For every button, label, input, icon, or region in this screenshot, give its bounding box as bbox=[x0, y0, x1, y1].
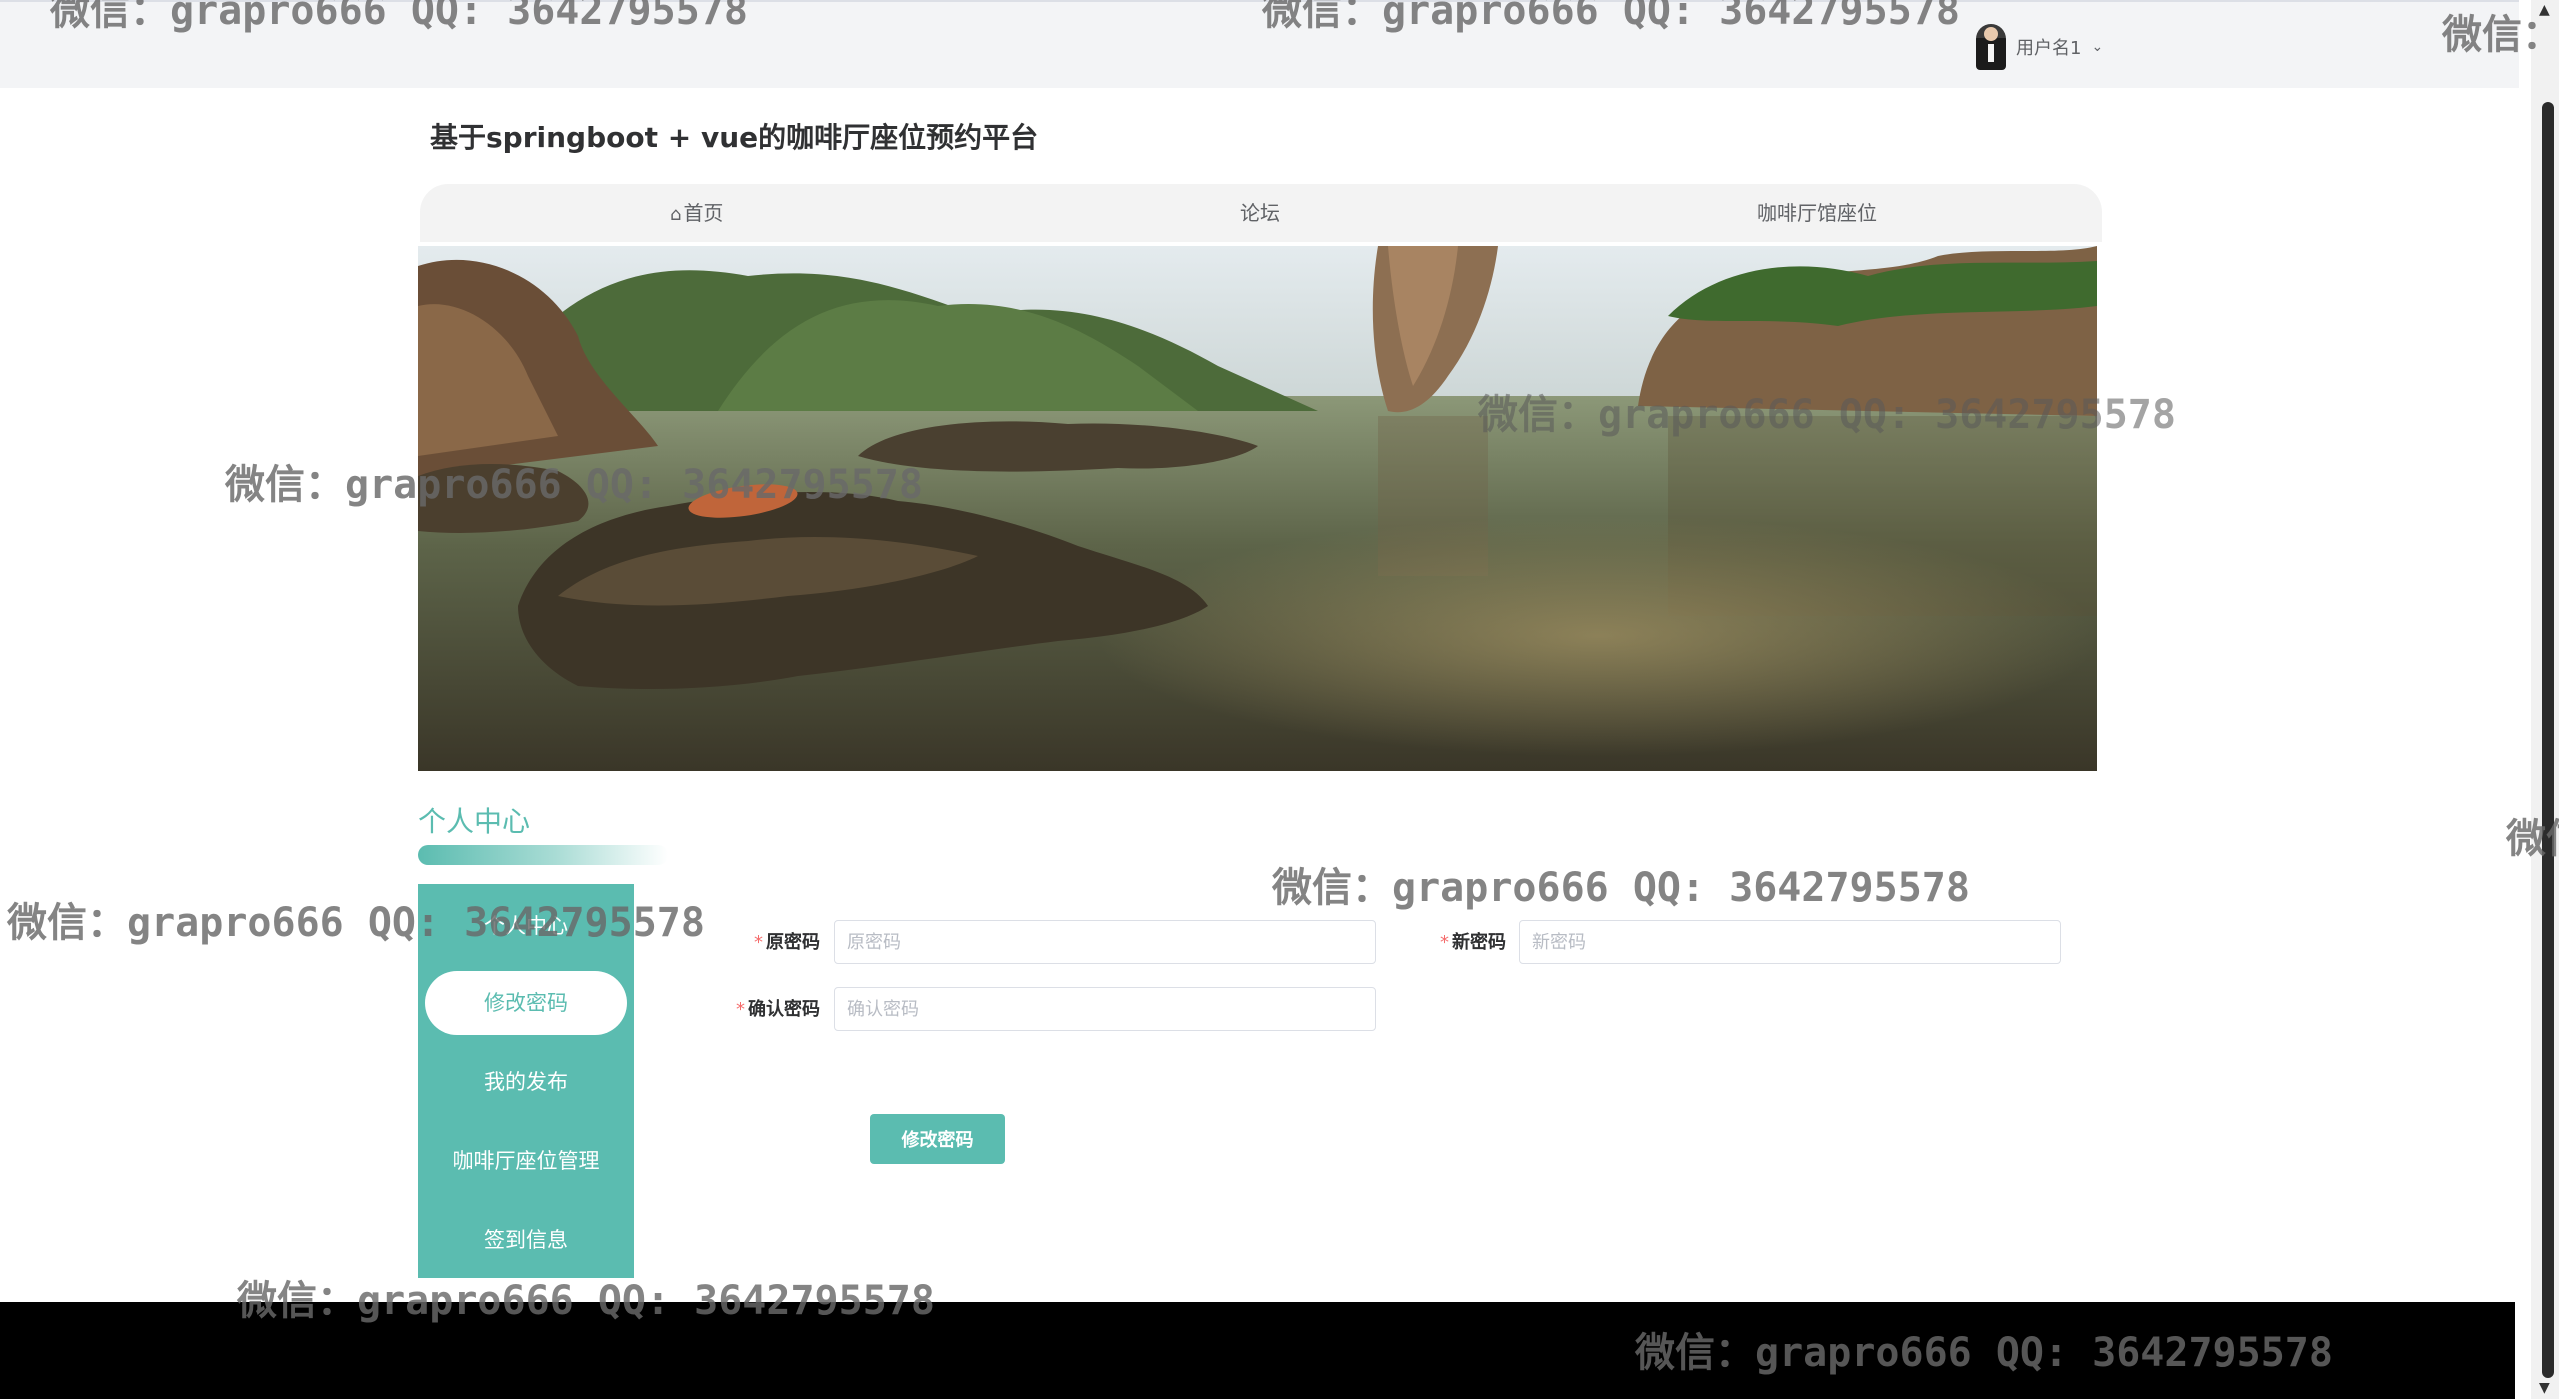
side-item-my-posts[interactable]: 我的发布 bbox=[418, 1050, 634, 1114]
user-avatar-icon bbox=[1976, 24, 2006, 70]
confirm-password-input[interactable] bbox=[834, 987, 1376, 1031]
confirm-password-label-text: 确认密码 bbox=[748, 999, 820, 1020]
footer bbox=[0, 1302, 2515, 1399]
side-item-seat-management[interactable]: 咖啡厅座位管理 bbox=[418, 1129, 634, 1193]
user-name: 用户名1 bbox=[2016, 38, 2082, 59]
nav-item-label: 首页 bbox=[683, 201, 724, 225]
nav-item-home[interactable]: ⌂ 首页 bbox=[670, 184, 723, 242]
scroll-up-arrow-icon[interactable]: ▲ bbox=[2539, 2, 2550, 18]
site-title: 基于springboot + vue的咖啡厅座位预约平台 bbox=[430, 121, 1039, 154]
chevron-down-icon: ⌄ bbox=[2091, 39, 2104, 55]
scrollbar[interactable]: ▲ ▼ bbox=[2531, 0, 2559, 1399]
new-password-label-text: 新密码 bbox=[1452, 932, 1506, 953]
main-nav: ⌂ 首页 论坛 咖啡厅馆座位 bbox=[420, 184, 2102, 242]
required-mark: * bbox=[736, 999, 745, 1020]
scroll-down-arrow-icon[interactable]: ▼ bbox=[2539, 1380, 2550, 1396]
scroll-thumb[interactable] bbox=[2542, 102, 2554, 1378]
old-password-input[interactable] bbox=[834, 920, 1376, 964]
side-item-change-password[interactable]: 修改密码 bbox=[425, 971, 627, 1035]
page: 用户名1 ⌄ 基于springboot + vue的咖啡厅座位预约平台 ⌂ 首页 … bbox=[0, 0, 2559, 1399]
nav-item-seats[interactable]: 咖啡厅馆座位 bbox=[1757, 184, 1877, 242]
side-item-checkin-info[interactable]: 签到信息 bbox=[418, 1208, 634, 1272]
watermark-text: 微信：grapro666 QQ: 3642795578 bbox=[1272, 865, 1970, 911]
old-password-label-text: 原密码 bbox=[766, 932, 820, 953]
banner-image bbox=[418, 246, 2097, 771]
change-password-button[interactable]: 修改密码 bbox=[870, 1114, 1005, 1164]
nav-item-label: 论坛 bbox=[1240, 201, 1280, 225]
landscape-illustration bbox=[418, 246, 2097, 771]
required-mark: * bbox=[754, 932, 763, 953]
nav-item-forum[interactable]: 论坛 bbox=[1240, 184, 1280, 242]
top-bar: 用户名1 ⌄ bbox=[0, 0, 2519, 88]
new-password-input[interactable] bbox=[1519, 920, 2061, 964]
side-menu: 个人中心 修改密码 我的发布 咖啡厅座位管理 签到信息 bbox=[418, 884, 634, 1278]
old-password-label: * 原密码 bbox=[740, 928, 820, 954]
home-icon: ⌂ bbox=[670, 204, 682, 225]
personal-center-title: 个人中心 bbox=[418, 805, 531, 838]
user-menu[interactable]: 用户名1 ⌄ bbox=[1976, 24, 2103, 70]
required-mark: * bbox=[1440, 932, 1449, 953]
side-item-personal-center[interactable]: 个人中心 bbox=[418, 894, 634, 958]
title-underline-decoration bbox=[418, 845, 668, 865]
new-password-label: * 新密码 bbox=[1426, 928, 1506, 954]
nav-item-label: 咖啡厅馆座位 bbox=[1757, 201, 1877, 225]
confirm-password-label: * 确认密码 bbox=[720, 995, 820, 1021]
